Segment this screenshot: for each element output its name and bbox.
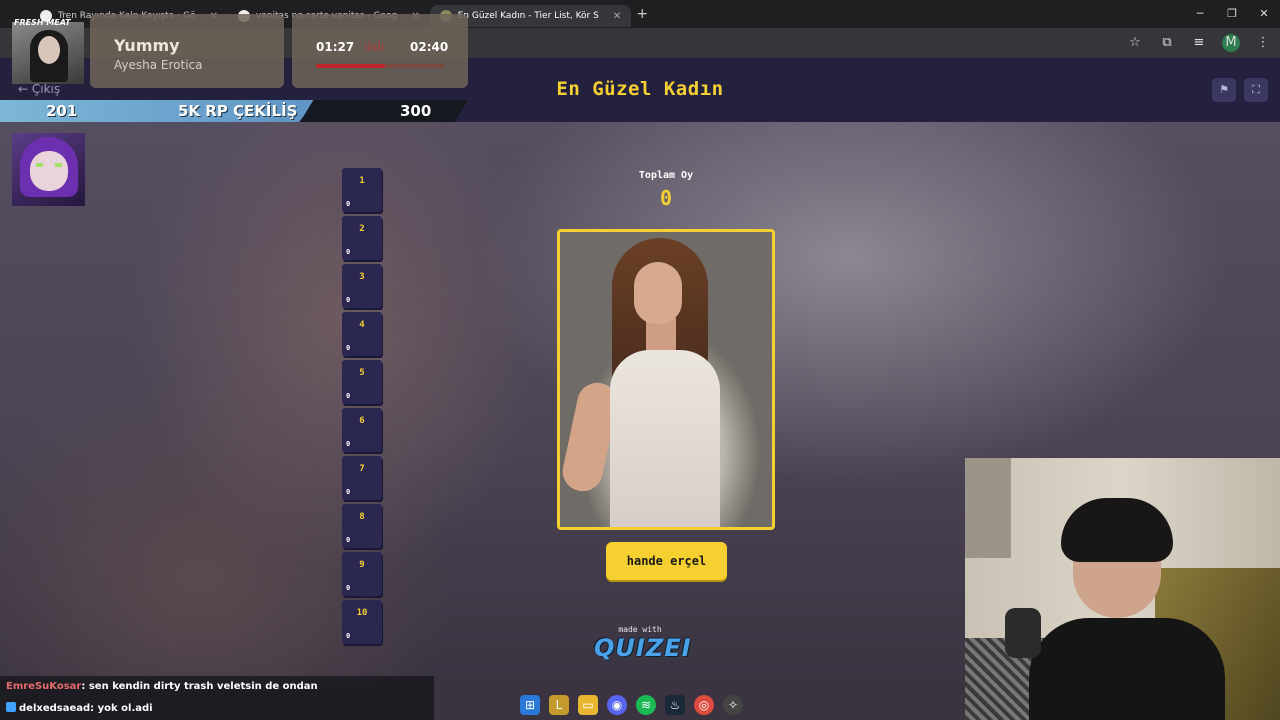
rank-slot-4[interactable]: 40 (342, 312, 382, 356)
rank-count: 0 (346, 536, 351, 544)
rank-slot-10[interactable]: 10 0 (342, 600, 382, 644)
close-window-icon[interactable]: ✕ (1248, 0, 1280, 28)
rank-slot-7[interactable]: 70 (342, 456, 382, 500)
candidate-name-button[interactable]: hande erçel (606, 542, 727, 580)
rank-number: 3 (359, 272, 365, 282)
steam-icon[interactable]: ♨ (665, 695, 685, 715)
rank-number: 9 (359, 560, 365, 570)
window-controls: ─ ❐ ✕ (1184, 0, 1280, 28)
webcam-feed (965, 458, 1280, 720)
album-art (12, 22, 84, 84)
playback-progress-fill (316, 64, 386, 68)
rank-number: 2 (359, 224, 365, 234)
new-tab-button[interactable]: + (631, 6, 653, 22)
goal-title: 5K RP ÇEKİLİŞ (178, 102, 298, 120)
webcam-person-body (1029, 618, 1225, 720)
total-votes-value: 0 (659, 186, 673, 210)
candidate-photo[interactable] (557, 229, 775, 530)
song-title: Yummy (114, 36, 180, 55)
discord-icon[interactable]: ◉ (607, 695, 627, 715)
playback-progress-bar (316, 64, 444, 68)
chrome-icon[interactable]: ◎ (694, 695, 714, 715)
toolbar-icons: ☆ ⧉ ≡ M ⋮ (1126, 34, 1272, 52)
chat-badge-icon (6, 702, 16, 712)
minimize-icon[interactable]: ─ (1184, 0, 1216, 28)
made-with-label: made with (618, 625, 662, 634)
banner-bg-dark (300, 100, 468, 122)
chat-text: : sen kendin dirty trash veletsin de ond… (81, 681, 318, 692)
rank-count: 0 (346, 584, 351, 592)
rank-number: 8 (359, 512, 365, 522)
close-tab-icon[interactable]: ✕ (613, 11, 621, 22)
rank-count: 0 (346, 632, 351, 640)
webcam-microphone (1005, 608, 1041, 658)
fullscreen-icon[interactable]: ⛶ (1244, 78, 1268, 102)
rank-count: 0 (346, 488, 351, 496)
total-votes-label: Toplam Oy (638, 170, 694, 181)
rank-number: 7 (359, 464, 365, 474)
windows-start-icon[interactable]: ⊞ (520, 695, 540, 715)
photo-face (634, 262, 682, 324)
rank-count: 0 (346, 200, 351, 208)
song-artist: Ayesha Erotica (114, 58, 203, 72)
rank-slot-5[interactable]: 50 (342, 360, 382, 404)
total-duration: 02:40 (410, 40, 449, 54)
chat-message: EmreSuKosar: sen kendin dirty trash vele… (6, 681, 318, 692)
rank-list: 10 20 30 40 50 60 70 80 90 10 0 (342, 168, 382, 648)
playback-time-card: 01:27 ılıılı 02:40 (292, 14, 468, 88)
rank-count: 0 (346, 296, 351, 304)
rank-slot-8[interactable]: 80 (342, 504, 382, 548)
taskbar: ⊞ L ▭ ◉ ≋ ♨ ◎ ✧ (520, 692, 743, 718)
rank-number: 10 (356, 608, 368, 618)
now-playing-widget: FRESH MEAT Yummy Ayesha Erotica (12, 14, 284, 88)
rank-slot-1[interactable]: 10 (342, 168, 382, 212)
album-art-face (38, 36, 60, 64)
chat-text: : yok ol.adi (90, 703, 153, 714)
rank-number: 6 (359, 416, 365, 426)
media-control-icon[interactable]: ≡ (1190, 34, 1208, 52)
chat-username: EmreSuKosar (6, 681, 82, 692)
report-flag-icon[interactable]: ⚑ (1212, 78, 1236, 102)
song-info-card: Yummy Ayesha Erotica (90, 14, 284, 88)
browser-menu-icon[interactable]: ⋮ (1254, 34, 1272, 52)
rank-number: 5 (359, 368, 365, 378)
webcam-shelf (965, 458, 1011, 558)
league-client-icon[interactable]: L (549, 695, 569, 715)
elapsed-time: 01:27 (316, 40, 355, 54)
rank-number: 1 (359, 176, 365, 186)
rank-slot-3[interactable]: 30 (342, 264, 382, 308)
riot-client-icon[interactable]: ✧ (723, 695, 743, 715)
rank-count: 0 (346, 248, 351, 256)
file-explorer-icon[interactable]: ▭ (578, 695, 598, 715)
rank-slot-2[interactable]: 20 (342, 216, 382, 260)
rank-count: 0 (346, 440, 351, 448)
avatar-eyes (36, 163, 62, 167)
goal-current: 201 (46, 102, 78, 120)
bookmark-star-icon[interactable]: ☆ (1126, 34, 1144, 52)
tab-title: En Güzel Kadın - Tier List, Kör S (457, 11, 599, 21)
profile-avatar[interactable]: M (1222, 34, 1240, 52)
rank-count: 0 (346, 392, 351, 400)
stream-chat: EmreSuKosar: sen kendin dirty trash vele… (0, 676, 434, 720)
avatar-face (30, 151, 68, 191)
audio-wave-icon: ılıılı (364, 40, 385, 54)
maximize-icon[interactable]: ❐ (1216, 0, 1248, 28)
rank-slot-6[interactable]: 60 (342, 408, 382, 452)
rank-number: 4 (359, 320, 365, 330)
rank-slot-9[interactable]: 90 (342, 552, 382, 596)
goal-target: 300 (400, 102, 432, 120)
webcam-person-hair (1061, 498, 1173, 562)
quizei-logo[interactable]: QUIZEI (594, 634, 691, 662)
stream-goal-banner: 201 5K RP ÇEKİLİŞ 300 (0, 100, 470, 122)
streamer-avatar (12, 133, 85, 206)
rank-count: 0 (346, 344, 351, 352)
photo-dress (610, 350, 720, 527)
chat-message: delxedsaead: yok ol.adi (6, 702, 153, 714)
album-art-label: FRESH MEAT (14, 18, 71, 27)
extensions-icon[interactable]: ⧉ (1158, 34, 1176, 52)
spotify-icon[interactable]: ≋ (636, 695, 656, 715)
chat-username: delxedsaead (19, 703, 91, 714)
